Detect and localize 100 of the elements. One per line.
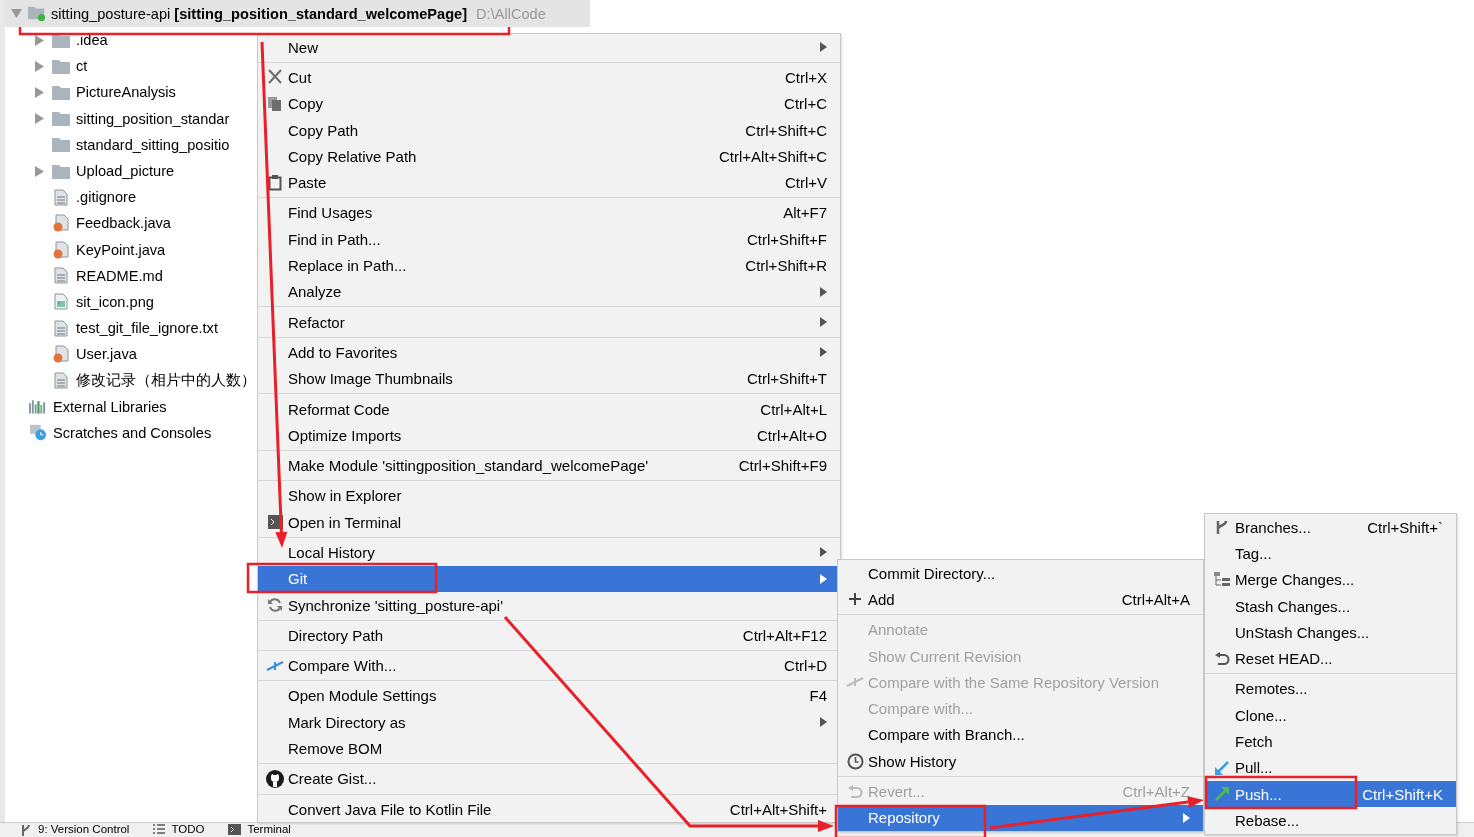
menu-item[interactable]: Make Module 'sittingposition_standard_welcomePage' Ctrl+Shift+F9	[258, 452, 840, 479]
shortcut-label: Ctrl+Alt+Z	[1122, 783, 1190, 800]
expand-right-icon[interactable]	[33, 60, 45, 72]
menu-item[interactable]: Fetch	[1205, 728, 1456, 755]
menu-item[interactable]: Open Module Settings F4	[258, 682, 840, 710]
tree-item-label[interactable]: .idea	[76, 32, 108, 49]
menu-item[interactable]: UnStash Changes...	[1205, 619, 1456, 646]
tree-item-label[interactable]: 修改记录（相片中的人数）	[76, 371, 256, 391]
menu-item[interactable]: Stash Changes...	[1205, 592, 1456, 620]
tree-item-label[interactable]: External Libraries	[53, 398, 167, 415]
submenu-arrow-icon	[820, 347, 827, 358]
tree-item-label[interactable]: test_git_file_ignore.txt	[76, 320, 218, 337]
menu-item[interactable]: Find in Path... Ctrl+Shift+F	[258, 226, 840, 253]
menu-item[interactable]: Create Gist...	[258, 765, 840, 792]
menu-item[interactable]: Add to Favorites	[258, 339, 840, 366]
menu-item[interactable]: Analyze	[258, 278, 840, 305]
menu-item-label: Copy Path	[288, 121, 360, 139]
submenu-arrow-icon	[820, 717, 827, 728]
shortcut-label: Ctrl+Shift+F	[746, 230, 827, 248]
up-right-arrow-icon	[1214, 786, 1230, 803]
menu-item[interactable]: Directory Path Ctrl+Alt+F12	[258, 622, 840, 649]
tree-item-label[interactable]: Upload_picture	[76, 163, 175, 180]
menu-item-label: Tag...	[1235, 544, 1273, 562]
menu-item-label: Show in Explorer	[288, 487, 403, 505]
menu-item[interactable]: Remove BOM	[258, 735, 840, 762]
java-file-icon	[53, 240, 69, 259]
menu-item[interactable]: Copy Ctrl+C	[258, 90, 840, 117]
menu-item[interactable]: Pull...	[1205, 754, 1456, 781]
menu-item[interactable]: Show History	[838, 748, 1203, 775]
menu-item-label: Make Module 'sittingposition_standard_welcomePage'	[288, 457, 650, 475]
menu-item-label: Branches...	[1235, 518, 1312, 536]
menu-item[interactable]: New	[258, 34, 840, 61]
menu-item[interactable]: Replace in Path... Ctrl+Shift+R	[258, 252, 840, 279]
tree-item-label[interactable]: standard_sitting_positio	[76, 136, 230, 153]
menu-item[interactable]: Show in Explorer	[258, 482, 840, 510]
menu-item-label: Clone...	[1235, 706, 1288, 724]
menu-item[interactable]: Synchronize 'sitting_posture-api'	[258, 591, 840, 619]
shortcut-label: Ctrl+Shift+C	[745, 121, 827, 139]
undo-arrow-icon	[847, 784, 863, 799]
menu-item[interactable]: Show Image Thumbnails Ctrl+Shift+T	[258, 365, 840, 392]
menu-item-label: UnStash Changes...	[1235, 623, 1371, 641]
clipboard-icon	[268, 174, 282, 191]
menu-item-label: Add to Favorites	[288, 343, 399, 361]
folder-icon	[52, 111, 70, 127]
tree-item-label[interactable]: README.md	[76, 267, 163, 284]
shortcut-label: Ctrl+Alt+O	[756, 426, 827, 444]
tree-item-label[interactable]: sit_icon.png	[76, 293, 154, 310]
tree-item-label[interactable]: Scratches and Consoles	[53, 424, 212, 441]
menu-item[interactable]: Compare with Branch...	[838, 721, 1203, 749]
menu-item[interactable]: Copy Relative Path Ctrl+Alt+Shift+C	[258, 143, 840, 170]
expand-down-icon[interactable]	[10, 8, 22, 19]
tree-item-label[interactable]: .gitignore	[76, 189, 137, 206]
tree-item-label[interactable]: sitting_posture-api [sitting_position_standard_welcomePage]	[51, 5, 468, 22]
menu-item[interactable]: Clone...	[1205, 702, 1456, 729]
folder-icon	[52, 84, 70, 100]
tool-window-tab[interactable]: Terminal	[224, 823, 301, 836]
menu-item[interactable]: Find Usages Alt+F7	[258, 199, 840, 227]
menu-item[interactable]: Compare With... Ctrl+D	[258, 652, 840, 679]
submenu-arrow-icon	[820, 573, 827, 584]
menu-item[interactable]: Merge Changes...	[1205, 566, 1456, 593]
tool-window-tab[interactable]: 9: Version Control	[16, 823, 140, 836]
tree-item-label[interactable]: Feedback.java	[76, 215, 171, 232]
branch-icon	[1215, 518, 1229, 536]
tree-item-label[interactable]: User.java	[76, 346, 137, 363]
menu-item[interactable]: Tag...	[1205, 540, 1456, 567]
menu-item[interactable]: Git	[258, 565, 840, 592]
shortcut-label: Ctrl+V	[784, 174, 827, 192]
menu-item[interactable]: Open in Terminal	[258, 509, 840, 536]
menu-item[interactable]: Mark Directory as	[258, 709, 840, 736]
menu-item[interactable]: Push... Ctrl+Shift+K	[1205, 780, 1456, 808]
menu-item[interactable]: Reset HEAD...	[1205, 645, 1456, 672]
tree-item-label[interactable]: KeyPoint.java	[76, 241, 166, 258]
expand-right-icon[interactable]	[33, 34, 45, 46]
shortcut-label: Ctrl+Shift+F9	[738, 457, 827, 475]
tree-item-label[interactable]: sitting_position_standar	[76, 110, 230, 127]
expand-right-icon[interactable]	[33, 165, 45, 177]
menu-item[interactable]: Repository	[838, 804, 1203, 831]
text-file-icon	[54, 319, 68, 337]
menu-item[interactable]: Rebase...	[1205, 807, 1456, 834]
expand-right-icon[interactable]	[33, 113, 45, 125]
menu-item[interactable]: Copy Path Ctrl+Shift+C	[258, 116, 840, 144]
tool-window-tab[interactable]: TODO	[149, 823, 215, 836]
menu-item[interactable]: Optimize Imports Ctrl+Alt+O	[258, 422, 840, 449]
menu-item[interactable]: Commit Directory...	[838, 560, 1203, 587]
menu-item[interactable]: Branches... Ctrl+Shift+`	[1205, 514, 1456, 541]
submenu-arrow-icon	[820, 42, 827, 53]
menu-item[interactable]: Refactor	[258, 308, 840, 336]
menu-item[interactable]: Local History	[258, 539, 840, 566]
menu-item[interactable]: Cut Ctrl+X	[258, 64, 840, 91]
tree-item-label[interactable]: PictureAnalysis	[76, 84, 176, 101]
submenu-arrow-icon	[1183, 812, 1190, 823]
menu-item[interactable]: Add Ctrl+Alt+A	[838, 586, 1203, 613]
text-file-icon	[54, 372, 68, 390]
menu-item[interactable]: Paste Ctrl+V	[258, 169, 840, 196]
shortcut-label: Ctrl+Alt+Shift+	[729, 800, 827, 818]
expand-right-icon[interactable]	[33, 86, 45, 98]
menu-item-label: New	[288, 38, 319, 56]
menu-item[interactable]: Reformat Code Ctrl+Alt+L	[258, 395, 840, 423]
menu-item[interactable]: Remotes...	[1205, 675, 1456, 703]
tree-item-label[interactable]: ct	[76, 58, 88, 75]
